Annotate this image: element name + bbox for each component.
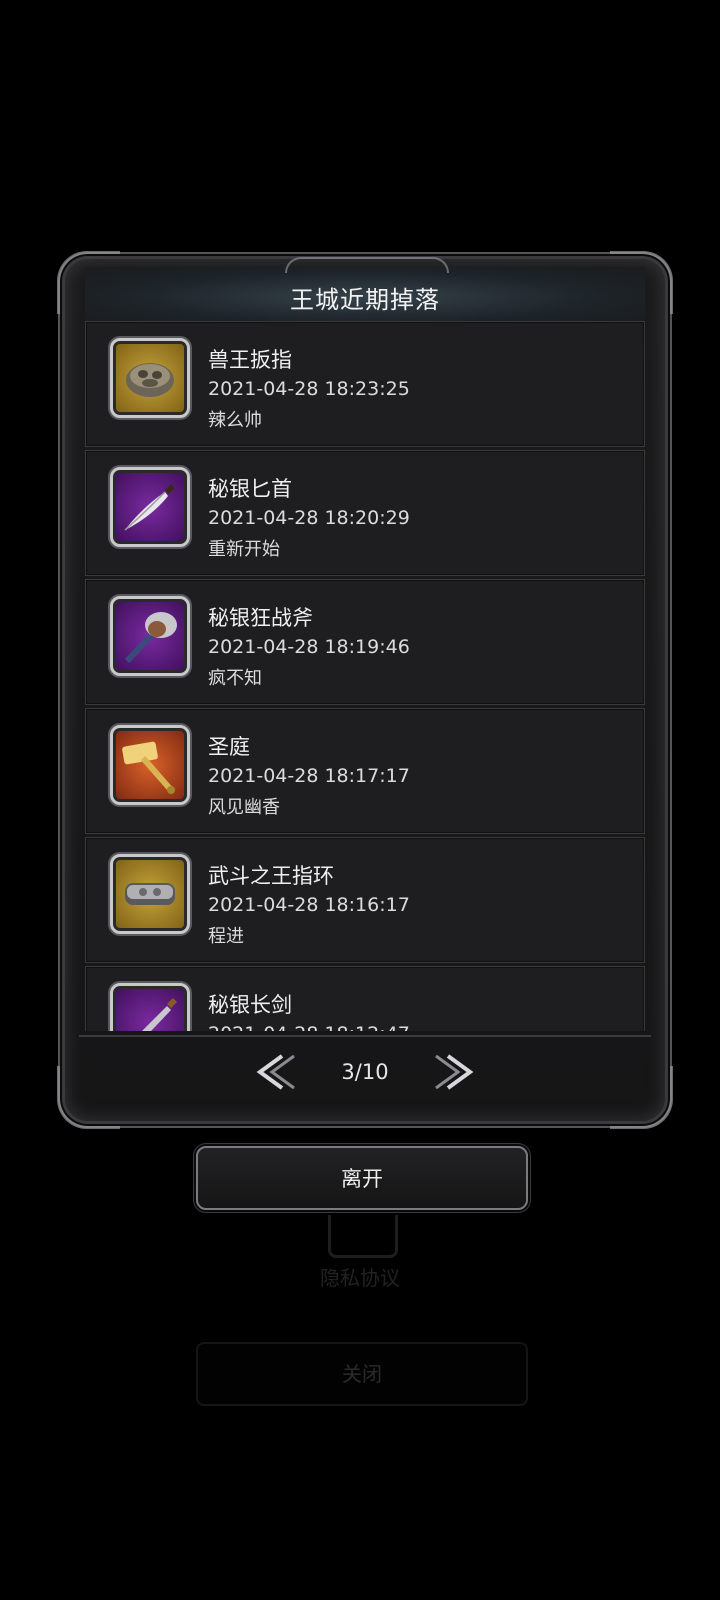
list-item[interactable]: 兽王扳指 2021-04-28 18:23:25 辣么帅 <box>85 321 645 447</box>
chevron-right-icon[interactable] <box>430 1052 478 1092</box>
item-icon-frame <box>110 338 190 418</box>
player-name: 程进 <box>208 926 244 947</box>
page-indicator: 3/10 <box>341 1060 389 1084</box>
privacy-label: 隐私协议 <box>320 1266 400 1290</box>
dagger-icon <box>124 484 175 531</box>
item-icon-frame <box>110 983 190 1031</box>
item-icon-frame <box>110 854 190 934</box>
item-icon-frame <box>110 596 190 676</box>
item-icon-frame <box>110 725 190 805</box>
list-item[interactable]: 武斗之王指环 2021-04-28 18:16:17 程进 <box>85 837 645 963</box>
close-label: 关闭 <box>342 1362 382 1386</box>
drop-time: 2021-04-28 18:23:25 <box>208 378 410 400</box>
list-item[interactable]: 秘银狂战斧 2021-04-28 18:19:46 疯不知 <box>85 579 645 705</box>
drop-time: 2021-04-28 18:16:17 <box>208 894 410 916</box>
item-name: 圣庭 <box>208 735 250 759</box>
chevron-left-icon[interactable] <box>252 1052 300 1092</box>
document-icon <box>328 1215 398 1258</box>
ring-icon <box>125 883 175 905</box>
dialog-header: 王城近期掉落 <box>85 257 645 329</box>
drop-time: 2021-04-28 18:19:46 <box>208 636 410 658</box>
ring-icon <box>126 363 174 397</box>
list-item[interactable]: 圣庭 2021-04-28 18:17:17 风见幽香 <box>85 708 645 834</box>
header-ornament <box>285 257 449 273</box>
item-name: 武斗之王指环 <box>208 864 334 888</box>
player-name: 重新开始 <box>208 539 280 560</box>
close-button-background: 关闭 <box>196 1342 528 1406</box>
list-item[interactable]: 秘银匕首 2021-04-28 18:20:29 重新开始 <box>85 450 645 576</box>
pagination: 3/10 <box>79 1035 651 1107</box>
recent-drops-dialog: 王城近期掉落 兽王扳指 2021-04-28 18:23:25 辣么帅 秘银匕首… <box>57 251 673 1129</box>
drop-time: 2021-04-28 18:20:29 <box>208 507 410 529</box>
hammer-icon <box>122 741 175 794</box>
item-name: 兽王扳指 <box>208 348 292 372</box>
item-name: 秘银狂战斧 <box>208 606 313 630</box>
list-item[interactable]: 秘银长剑 2021-04-28 18:12:47 <box>85 966 645 1031</box>
drop-time: 2021-04-28 18:12:47 <box>208 1023 410 1031</box>
drop-time: 2021-04-28 18:17:17 <box>208 765 410 787</box>
item-name: 秘银匕首 <box>208 477 292 501</box>
drops-list[interactable]: 兽王扳指 2021-04-28 18:23:25 辣么帅 秘银匕首 2021-0… <box>85 321 645 1031</box>
dialog-title: 王城近期掉落 <box>290 285 440 314</box>
battle-axe-icon <box>124 612 177 664</box>
item-name: 秘银长剑 <box>208 993 292 1017</box>
leave-label: 离开 <box>341 1167 383 1191</box>
leave-button[interactable]: 离开 <box>196 1146 528 1210</box>
player-name: 疯不知 <box>208 668 262 689</box>
privacy-policy-background: 隐私协议 <box>312 1215 408 1290</box>
sword-icon <box>142 998 177 1031</box>
player-name: 风见幽香 <box>208 797 280 818</box>
item-icon-frame <box>110 467 190 547</box>
player-name: 辣么帅 <box>208 410 262 431</box>
